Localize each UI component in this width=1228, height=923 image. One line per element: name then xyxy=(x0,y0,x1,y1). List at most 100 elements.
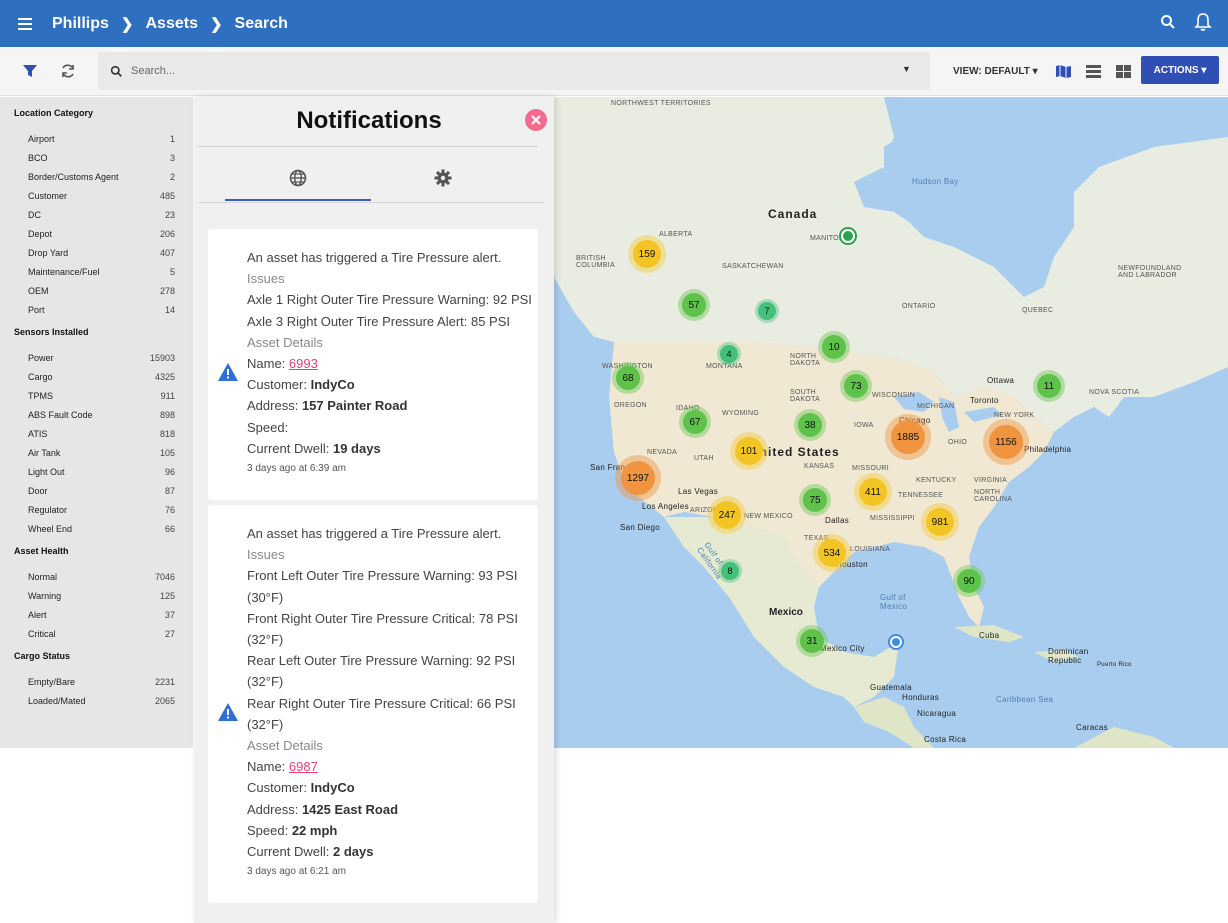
bell-icon[interactable] xyxy=(1194,12,1212,32)
actions-button[interactable]: ACTIONS ▾ xyxy=(1141,56,1219,84)
map-label: Honduras xyxy=(902,693,940,702)
address-row: Address: 1425 East Road xyxy=(247,801,399,817)
notification-card[interactable]: An asset has triggered a Tire Pressure a… xyxy=(208,505,538,903)
map-label: Philadelphia xyxy=(1024,445,1072,454)
map-label: OHIO xyxy=(948,439,968,446)
filter-item[interactable]: Drop Yard 407 xyxy=(0,243,193,262)
filter-item[interactable]: OEM 278 xyxy=(0,281,193,300)
map-cluster[interactable]: 981 xyxy=(926,508,954,536)
filter-item[interactable]: Alert 37 xyxy=(0,605,193,624)
map-label: KANSAS xyxy=(804,463,835,470)
map-cluster[interactable]: 90 xyxy=(957,569,981,593)
breadcrumb-assets[interactable]: Assets xyxy=(145,15,197,33)
filter-item[interactable]: Customer 485 xyxy=(0,186,193,205)
filter-item[interactable]: Depot 206 xyxy=(0,224,193,243)
filter-item[interactable]: DC 23 xyxy=(0,205,193,224)
map-cluster[interactable]: 1156 xyxy=(989,425,1023,459)
tab-notifications[interactable] xyxy=(225,167,371,201)
map-cluster[interactable]: 101 xyxy=(735,437,763,465)
filter-item[interactable]: Warning 125 xyxy=(0,586,193,605)
issues-label: Issues xyxy=(247,547,285,563)
issue-line: (32°F) xyxy=(247,716,284,732)
filter-item[interactable]: Maintenance/Fuel 5 xyxy=(0,262,193,281)
map-label: SASKATCHEWAN xyxy=(722,263,784,270)
map-cluster[interactable]: 4 xyxy=(720,345,738,363)
notification-time: 3 days ago at 6:21 am xyxy=(247,866,346,878)
map-label: Cuba xyxy=(979,631,1000,640)
filter-item[interactable]: Cargo 4325 xyxy=(0,367,193,386)
filter-item[interactable]: Light Out 96 xyxy=(0,462,193,481)
tab-settings[interactable] xyxy=(370,167,516,201)
list-view-icon[interactable] xyxy=(1086,65,1101,78)
map-cluster[interactable]: 1885 xyxy=(891,420,925,454)
breadcrumb-phillips[interactable]: Phillips xyxy=(52,15,109,33)
asset-link[interactable]: 6993 xyxy=(289,356,318,371)
filter-item[interactable]: Port 14 xyxy=(0,300,193,319)
map-cluster[interactable]: 1297 xyxy=(621,461,655,495)
map-background xyxy=(554,97,1228,748)
gps-marker-icon[interactable] xyxy=(839,227,857,245)
map-view-icon[interactable] xyxy=(1055,64,1072,79)
map-cluster[interactable]: 57 xyxy=(682,293,706,317)
map-cluster[interactable]: 75 xyxy=(803,488,827,512)
map-cluster[interactable]: 38 xyxy=(798,413,822,437)
map-label: NEVADA xyxy=(647,449,678,456)
refresh-icon[interactable] xyxy=(57,60,79,82)
map-label: Hudson Bay xyxy=(912,177,959,186)
filter-item[interactable]: Regulator 76 xyxy=(0,500,193,519)
filter-item[interactable]: Normal 7046 xyxy=(0,567,193,586)
asset-map[interactable]: NORTHWEST TERRITORIES Hudson Bay Canada … xyxy=(554,97,1228,748)
hamburger-menu-icon[interactable] xyxy=(18,17,40,30)
map-label: ONTARIO xyxy=(902,303,936,310)
filter-item[interactable]: Wheel End 66 xyxy=(0,519,193,538)
filter-item[interactable]: Loaded/Mated 2065 xyxy=(0,691,193,710)
grid-view-icon[interactable] xyxy=(1116,65,1131,78)
map-cluster[interactable]: 67 xyxy=(683,410,707,434)
issues-label: Issues xyxy=(247,271,285,287)
filter-item[interactable]: TPMS 911 xyxy=(0,386,193,405)
map-cluster[interactable]: 411 xyxy=(859,478,887,506)
filter-item[interactable]: Door 87 xyxy=(0,481,193,500)
asset-link[interactable]: 6987 xyxy=(289,759,318,774)
map-label: Los Angeles xyxy=(642,502,689,511)
map-cluster[interactable]: 534 xyxy=(818,539,846,567)
issue-line: Axle 1 Right Outer Tire Pressure Warning… xyxy=(247,292,532,308)
asset-name-row: Name: 6987 xyxy=(247,759,318,775)
notification-card[interactable]: An asset has triggered a Tire Pressure a… xyxy=(208,229,538,500)
map-label: MISSOURI xyxy=(852,465,890,472)
search-input[interactable] xyxy=(131,65,851,77)
dropdown-caret-icon[interactable]: ▼ xyxy=(902,64,911,74)
map-label: MICHIGAN xyxy=(917,403,955,410)
search-icon[interactable] xyxy=(1160,14,1176,30)
map-cluster[interactable]: 11 xyxy=(1037,374,1061,398)
map-cluster[interactable]: 159 xyxy=(633,240,661,268)
map-label: NEW MEXICO xyxy=(744,513,793,520)
filter-item[interactable]: Critical 27 xyxy=(0,624,193,643)
map-cluster[interactable]: 247 xyxy=(713,501,741,529)
close-icon[interactable] xyxy=(525,109,547,131)
map-cluster[interactable]: 31 xyxy=(800,629,824,653)
filter-item[interactable]: ATIS 818 xyxy=(0,424,193,443)
filter-item[interactable]: Air Tank 105 xyxy=(0,443,193,462)
search-bar: ▼ xyxy=(98,52,930,90)
filter-item[interactable]: Airport 1 xyxy=(0,129,193,148)
map-cluster[interactable]: 68 xyxy=(616,366,640,390)
gear-icon xyxy=(434,169,452,187)
filter-item[interactable]: ABS Fault Code 898 xyxy=(0,405,193,424)
map-cluster[interactable]: 73 xyxy=(844,374,868,398)
filter-item[interactable]: BCO 3 xyxy=(0,148,193,167)
view-selector[interactable]: VIEW: DEFAULT ▾ xyxy=(953,66,1038,77)
map-label: Mexico City xyxy=(820,644,865,653)
gps-marker-icon[interactable] xyxy=(888,634,904,650)
map-label: Mexico xyxy=(769,607,803,618)
breadcrumb: Phillips ❯ Assets ❯ Search xyxy=(52,15,288,33)
map-label: SOUTH DAKOTA xyxy=(790,389,821,403)
filter-item[interactable]: Border/Customs Agent 2 xyxy=(0,167,193,186)
map-cluster[interactable]: 8 xyxy=(721,562,739,580)
filter-item[interactable]: Empty/Bare 2231 xyxy=(0,672,193,691)
map-cluster[interactable]: 7 xyxy=(758,302,776,320)
map-cluster[interactable]: 10 xyxy=(822,335,846,359)
filter-icon[interactable] xyxy=(19,60,41,82)
filter-item[interactable]: Power 15903 xyxy=(0,348,193,367)
dwell-row: Current Dwell: 2 days xyxy=(247,844,374,860)
